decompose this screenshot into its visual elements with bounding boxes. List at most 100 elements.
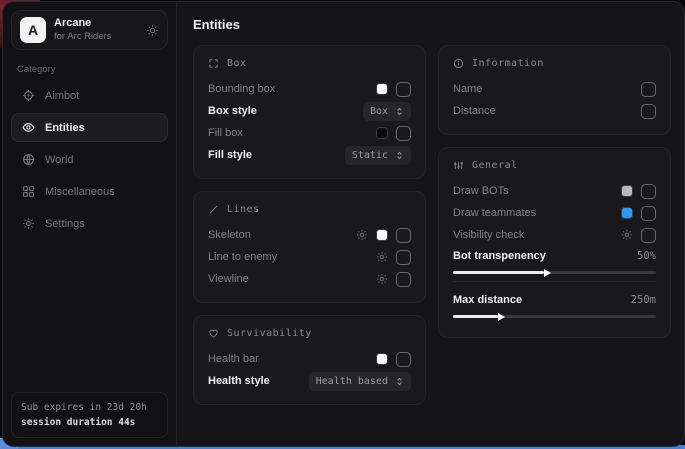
dropdown-value: Box [370,106,388,117]
row-distance: Distance [453,100,656,122]
row-fill-style: Fill style Static [208,144,411,166]
sidebar-item-label: World [45,154,74,166]
panel-title: Box [227,58,247,69]
row-label: Fill style [208,149,345,161]
row-health-bar: Health bar [208,348,411,370]
row-label: Draw teammates [453,207,621,219]
row-health-style: Health style Health based [208,370,411,392]
panel-general: General Draw BOTs Draw teammates [438,147,671,338]
sidebar-item-entities[interactable]: Entities [11,113,168,142]
sidebar: A Arcane for Arc Riders Category Aimbot [3,2,177,446]
sub-expires-text: Sub expires in 23d 20h [21,400,158,415]
fill-box-checkbox[interactable] [396,126,411,141]
page-title: Entities [193,17,671,32]
gear-icon[interactable] [356,229,368,241]
sidebar-item-aimbot[interactable]: Aimbot [11,81,168,110]
sidebar-item-label: Entities [45,122,85,134]
distance-checkbox[interactable] [641,104,656,119]
chevrons-up-down-icon [395,107,404,116]
row-label: Fill box [208,127,376,139]
row-bounding-box: Bounding box [208,78,411,100]
sync-gear-icon[interactable] [146,24,159,37]
row-label: Distance [453,105,641,117]
row-label: Name [453,83,641,95]
line-to-enemy-checkbox[interactable] [396,250,411,265]
row-label: Line to enemy [208,251,376,263]
row-label: Health bar [208,353,376,365]
crosshair-icon [22,89,35,102]
draw-teammates-checkbox[interactable] [641,206,656,221]
viewline-checkbox[interactable] [396,272,411,287]
name-checkbox[interactable] [641,82,656,97]
slider-fill [453,271,544,274]
color-swatch[interactable] [621,207,633,219]
row-label: Skeleton [208,229,356,241]
visibility-check-checkbox[interactable] [641,228,656,243]
health-bar-checkbox[interactable] [396,352,411,367]
panel-survivability-header: Survivability [208,328,411,339]
row-box-style: Box style Box [208,100,411,122]
brand-subtitle: for Arc Riders [54,31,112,43]
app-window: A Arcane for Arc Riders Category Aimbot [2,1,685,447]
sidebar-nav: Aimbot Entities World [11,81,168,238]
session-duration-text: session duration 44s [21,415,158,430]
color-swatch[interactable] [376,127,388,139]
slider-value: 250m [631,294,656,306]
slider-fill [453,315,498,318]
globe-icon [22,153,35,166]
panel-title: Survivability [227,328,312,339]
slider-value: 50% [637,250,656,262]
row-line-to-enemy: Line to enemy [208,246,411,268]
sidebar-item-world[interactable]: World [11,145,168,174]
draw-bots-checkbox[interactable] [641,184,656,199]
box-style-dropdown[interactable]: Box [363,102,411,121]
brand-logo: A [20,17,46,43]
row-name: Name [453,78,656,100]
panel-information-header: Information [453,58,656,69]
row-viewline: Viewline [208,268,411,290]
panel-lines-header: Lines [208,204,411,215]
divider [453,281,656,282]
panel-box: Box Bounding box Box style Box [193,45,426,179]
sidebar-item-label: Miscellaneous [45,186,115,198]
main-content: Entities Box Bounding box [177,2,684,446]
color-swatch[interactable] [376,83,388,95]
health-icon [208,328,219,339]
gear-icon [22,217,35,230]
sidebar-item-settings[interactable]: Settings [11,209,168,238]
row-skeleton: Skeleton [208,224,411,246]
color-swatch[interactable] [376,353,388,365]
chevrons-up-down-icon [395,377,404,386]
row-label: Health style [208,375,309,387]
sidebar-item-miscellaneous[interactable]: Miscellaneous [11,177,168,206]
panel-title: Information [472,58,544,69]
health-style-dropdown[interactable]: Health based [309,372,411,391]
bot-transparency-group: Bot transpenency 50% [453,246,656,274]
info-icon [453,58,464,69]
max-distance-group: Max distance 250m [453,290,656,318]
panel-general-header: General [453,160,656,171]
panel-title: General [472,160,518,171]
gear-icon[interactable] [376,273,388,285]
grid-icon [22,185,35,198]
row-label: Visibility check [453,229,621,241]
chevrons-up-down-icon [395,151,404,160]
category-label: Category [17,64,162,75]
fill-style-dropdown[interactable]: Static [345,146,411,165]
dropdown-value: Static [352,150,388,161]
color-swatch[interactable] [621,185,633,197]
gear-icon[interactable] [621,229,633,241]
bounding-box-checkbox[interactable] [396,82,411,97]
panel-title: Lines [227,204,260,215]
brand-title: Arcane [54,17,112,31]
bot-transparency-slider[interactable] [453,271,656,274]
panel-box-header: Box [208,58,411,69]
panel-survivability: Survivability Health bar Health style He… [193,315,426,405]
skeleton-checkbox[interactable] [396,228,411,243]
eye-icon [22,121,35,134]
panel-lines: Lines Skeleton Line to enemy [193,191,426,303]
max-distance-slider[interactable] [453,315,656,318]
color-swatch[interactable] [376,229,388,241]
left-column: Box Bounding box Box style Box [193,45,426,405]
gear-icon[interactable] [376,251,388,263]
